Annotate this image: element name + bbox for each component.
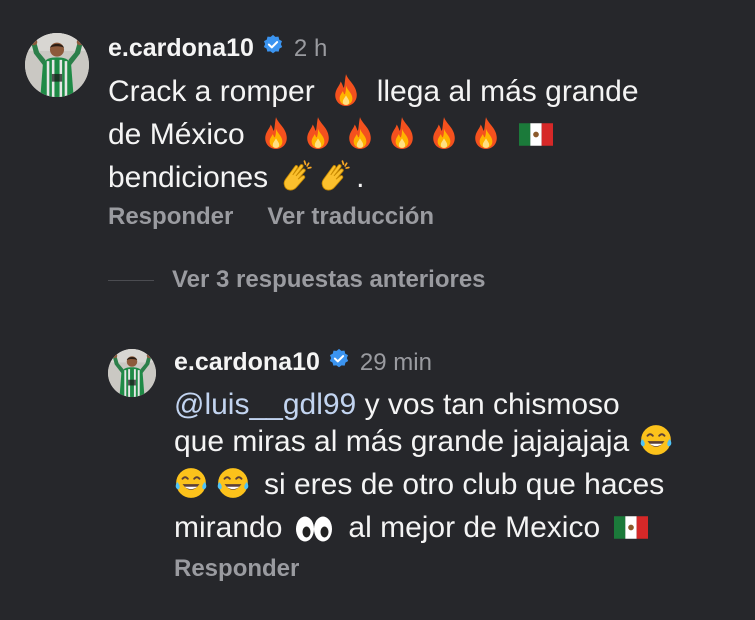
fire-emoji-icon xyxy=(427,116,461,159)
mexico-flag-icon xyxy=(519,118,553,155)
reply-line-2: que miras al más grande jajajajaja xyxy=(174,423,677,466)
verified-badge-icon xyxy=(262,34,284,63)
fire-emoji-icon xyxy=(301,116,335,159)
profile-photo xyxy=(108,349,156,397)
fire-emoji-icon xyxy=(329,73,363,116)
eyes-emoji-icon xyxy=(294,515,334,552)
reply-text-segment: mirando xyxy=(174,511,283,544)
comment-header: e.cardona10 2 h xyxy=(108,34,327,63)
laughing-tears-icon xyxy=(216,466,250,509)
reply-text-segment: si eres de otro club que haces xyxy=(264,468,665,501)
reply-line-3: si eres de otro club que haces xyxy=(174,466,677,509)
timestamp: 2 h xyxy=(293,34,328,62)
reply-text: @luis__gdl99 y vos tan chismoso que mira… xyxy=(174,386,677,552)
divider xyxy=(108,279,154,281)
reply-line-4: mirando al mejor de Mexico xyxy=(174,509,677,552)
clapping-hands-icon xyxy=(318,159,352,202)
translate-button[interactable]: Ver traducción xyxy=(267,203,434,231)
mexico-flag-icon xyxy=(614,511,648,548)
reply-header: e.cardona10 29 min xyxy=(174,348,432,377)
username[interactable]: e.cardona10 xyxy=(108,34,254,63)
reply-button[interactable]: Responder xyxy=(174,555,299,583)
comment-line-2: de México xyxy=(108,116,639,159)
clapping-hands-icon xyxy=(280,159,314,202)
reply-text-segment: al mejor de Mexico xyxy=(348,511,601,544)
comment-text-segment: bendiciones xyxy=(108,161,269,194)
comment-line-3: bendiciones. xyxy=(108,159,639,202)
comment-text-segment: . xyxy=(356,161,365,194)
timestamp: 29 min xyxy=(359,348,432,376)
reply-text-segment: y vos tan chismoso xyxy=(364,388,620,421)
fire-emoji-icon xyxy=(469,116,503,159)
fire-emoji-icon xyxy=(259,116,293,159)
reply-line-1: @luis__gdl99 y vos tan chismoso xyxy=(174,386,677,423)
comment-text: Crack a romper llega al más grande de Méx… xyxy=(108,73,639,202)
comment-text-segment: de México xyxy=(108,118,245,151)
username[interactable]: e.cardona10 xyxy=(174,348,320,377)
fire-emoji-icon xyxy=(343,116,377,159)
laughing-tears-icon xyxy=(174,466,208,509)
reply-actions: Responder xyxy=(174,555,299,583)
view-replies-label: Ver 3 respuestas anteriores xyxy=(172,266,486,293)
avatar[interactable] xyxy=(25,33,89,97)
avatar[interactable] xyxy=(108,349,156,397)
reply-button[interactable]: Responder xyxy=(108,203,233,231)
comment-text-segment: llega al más grande xyxy=(376,75,639,108)
reply-text-segment: que miras al más grande jajajajaja xyxy=(174,425,630,458)
laughing-tears-icon xyxy=(639,423,673,466)
fire-emoji-icon xyxy=(385,116,419,159)
mention-link[interactable]: @luis__gdl99 xyxy=(174,388,356,421)
comment-text-segment: Crack a romper xyxy=(108,75,315,108)
comment-line-1: Crack a romper llega al más grande xyxy=(108,73,639,116)
profile-photo xyxy=(25,33,89,97)
view-replies-button[interactable]: Ver 3 respuestas anteriores xyxy=(108,266,486,294)
verified-badge-icon xyxy=(328,348,350,377)
comment-actions: Responder Ver traducción xyxy=(108,203,434,231)
